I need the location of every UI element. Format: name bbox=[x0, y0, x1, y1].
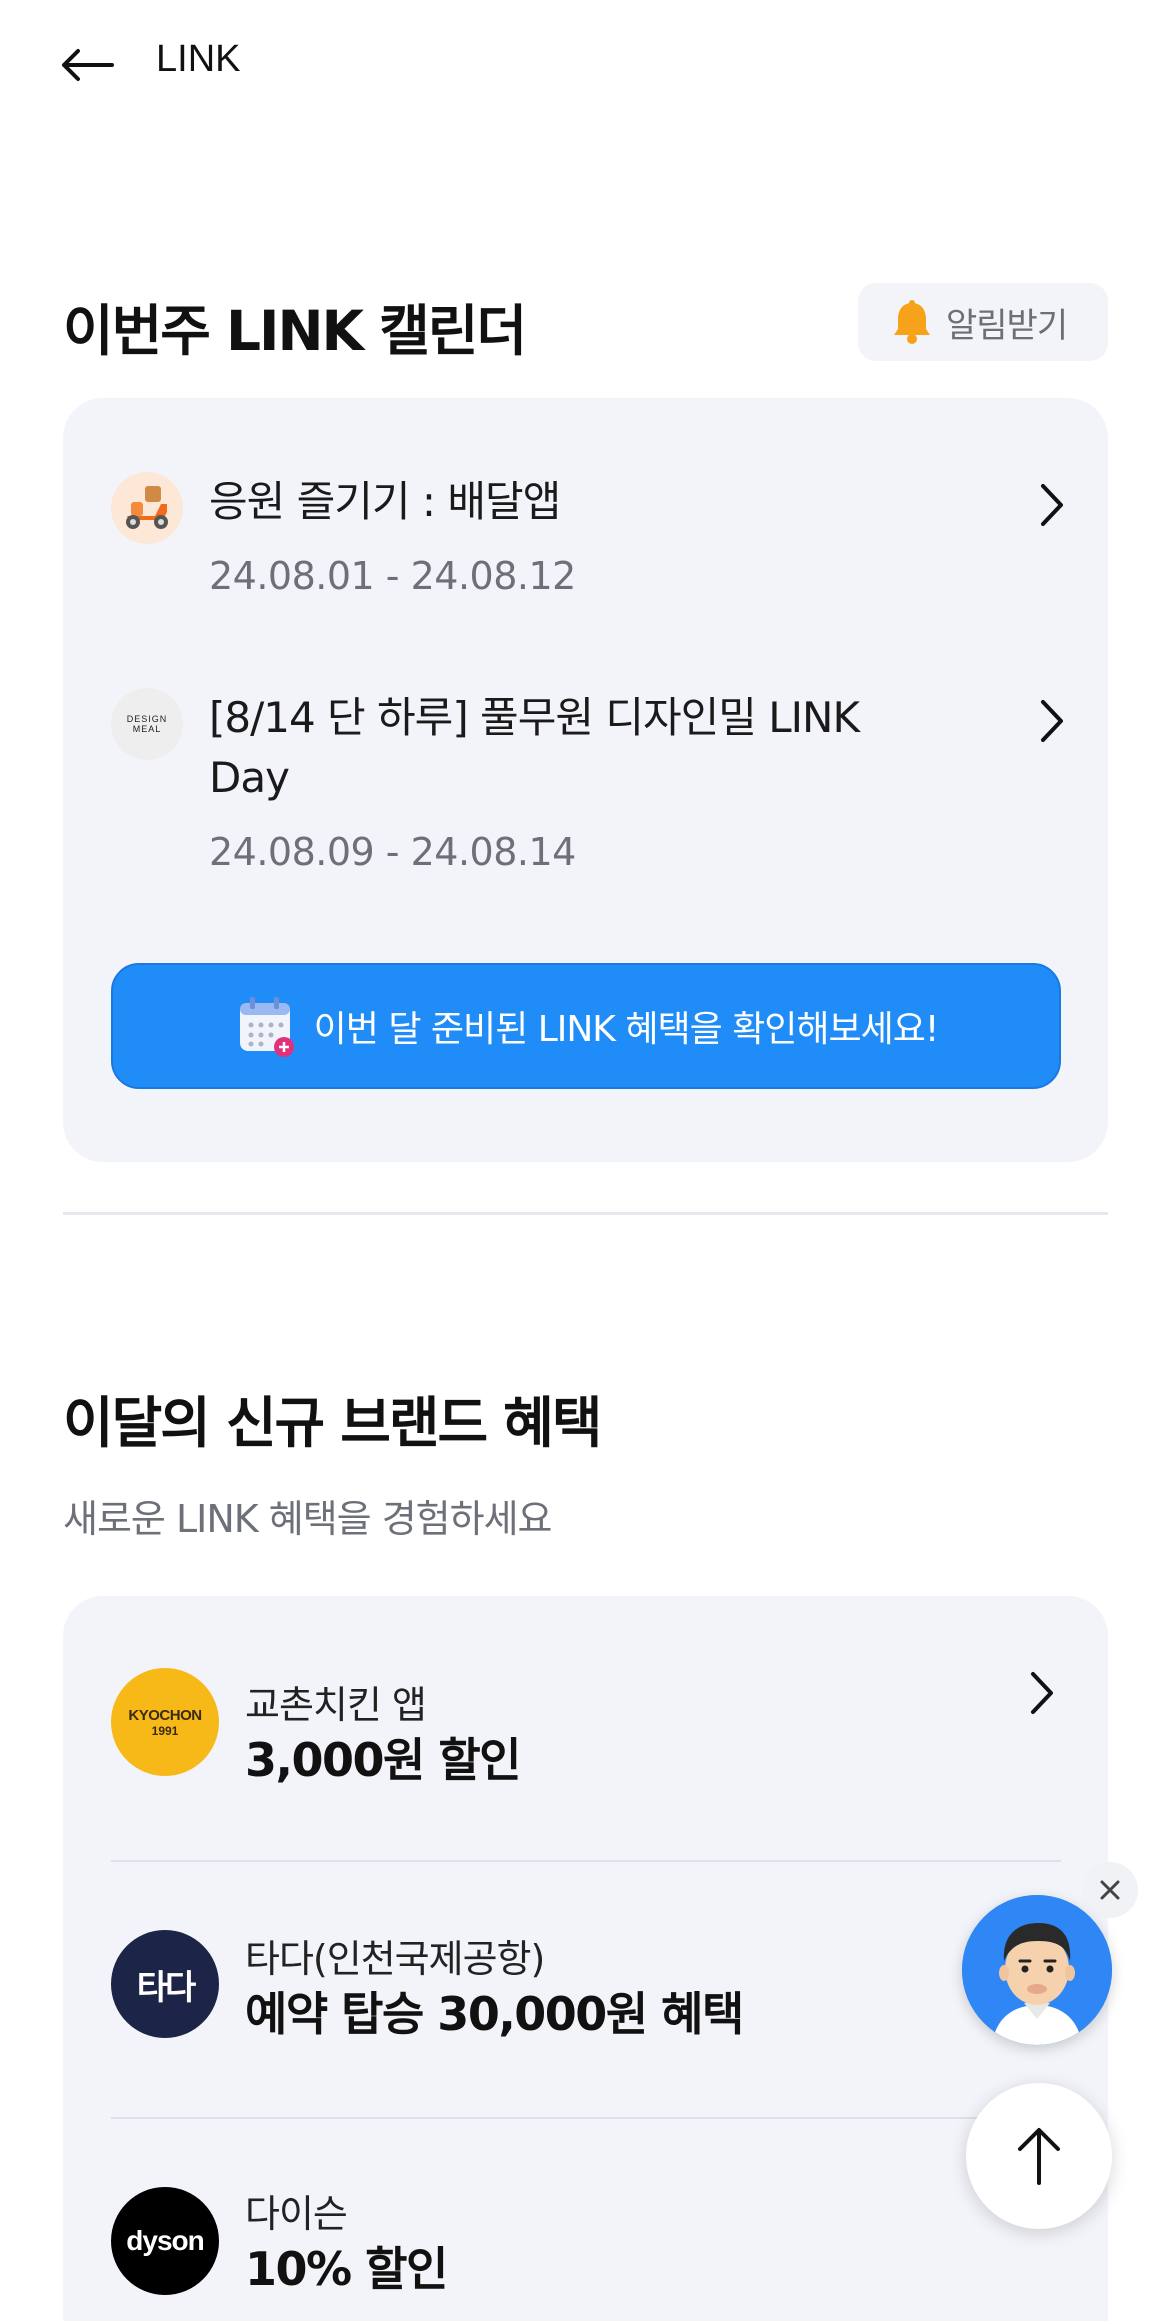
calendar-item-date: 24.08.01 - 24.08.12 bbox=[209, 554, 576, 598]
close-icon bbox=[1100, 1880, 1120, 1900]
brand-item[interactable]: 타다 타다(인천국제공항) 예약 탑승 30,000원 혜택 bbox=[111, 1862, 1061, 2117]
calendar-card: 응원 즐기기 : 배달앱 24.08.01 - 24.08.12 DESIGN … bbox=[63, 398, 1108, 1162]
top-bar: LINK bbox=[0, 0, 1170, 130]
notify-label: 알림받기 bbox=[946, 305, 1068, 346]
arrow-up-icon bbox=[1018, 2128, 1060, 2185]
brand-name: 다이슨 bbox=[245, 2192, 348, 2236]
brands-card: KYOCHON 1991 교촌치킨 앱 3,000원 할인 타다 타다(인천국제… bbox=[63, 1596, 1108, 2321]
calendar-icon bbox=[239, 997, 294, 1057]
chevron-right-icon bbox=[1041, 700, 1063, 742]
calendar-item[interactable]: 응원 즐기기 : 배달앱 24.08.01 - 24.08.12 bbox=[111, 472, 1071, 622]
scroll-to-top-button[interactable] bbox=[966, 2083, 1112, 2229]
brand-name: 타다(인천국제공항) bbox=[245, 1937, 545, 1981]
calendar-item[interactable]: DESIGN MEAL [8/14 단 하루] 풀무원 디자인밀 LINK Da… bbox=[111, 688, 1071, 898]
section-divider bbox=[63, 1212, 1108, 1215]
calendar-item-title: 응원 즐기기 : 배달앱 bbox=[209, 477, 561, 526]
page-title: LINK bbox=[156, 38, 241, 80]
brand-name: 교촌치킨 앱 bbox=[245, 1683, 427, 1727]
monthly-benefits-label: 이번 달 준비된 LINK 혜택을 확인해보세요! bbox=[313, 1009, 940, 1050]
avatar-icon bbox=[962, 1895, 1112, 2045]
dyson-logo: dyson bbox=[111, 2187, 219, 2295]
brand-item[interactable]: KYOCHON 1991 교촌치킨 앱 3,000원 할인 bbox=[111, 1596, 1061, 1851]
design-meal-logo: DESIGN MEAL bbox=[111, 688, 183, 760]
arrow-left-icon bbox=[62, 49, 114, 81]
bell-icon bbox=[894, 300, 930, 344]
delivery-scooter-icon bbox=[111, 472, 183, 544]
calendar-section-title: 이번주 LINK 캘린더 bbox=[63, 299, 527, 363]
kyochon-logo: KYOCHON 1991 bbox=[111, 1668, 219, 1776]
brands-section-title: 이달의 신규 브랜드 혜택 bbox=[63, 1391, 602, 1455]
calendar-item-date: 24.08.09 - 24.08.14 bbox=[209, 830, 576, 874]
close-floating-button[interactable] bbox=[1082, 1862, 1138, 1918]
brand-benefit: 예약 탑승 30,000원 혜택 bbox=[245, 1987, 744, 2041]
calendar-item-title: [8/14 단 하루] 풀무원 디자인밀 LINK Day bbox=[209, 693, 860, 802]
brand-item[interactable]: dyson 다이슨 10% 할인 bbox=[111, 2119, 1061, 2321]
back-button[interactable] bbox=[60, 40, 122, 90]
chatbot-avatar-button[interactable] bbox=[962, 1895, 1112, 2045]
monthly-benefits-button[interactable]: 이번 달 준비된 LINK 혜택을 확인해보세요! bbox=[111, 963, 1061, 1089]
brand-benefit: 3,000원 할인 bbox=[245, 1733, 521, 1787]
tada-logo: 타다 bbox=[111, 1930, 219, 2038]
chevron-right-icon bbox=[1041, 484, 1063, 526]
chevron-right-icon bbox=[1031, 1672, 1053, 1714]
notify-button[interactable]: 알림받기 bbox=[858, 283, 1108, 361]
brand-benefit: 10% 할인 bbox=[245, 2242, 448, 2296]
brands-section-subtitle: 새로운 LINK 혜택을 경험하세요 bbox=[63, 1497, 553, 1541]
